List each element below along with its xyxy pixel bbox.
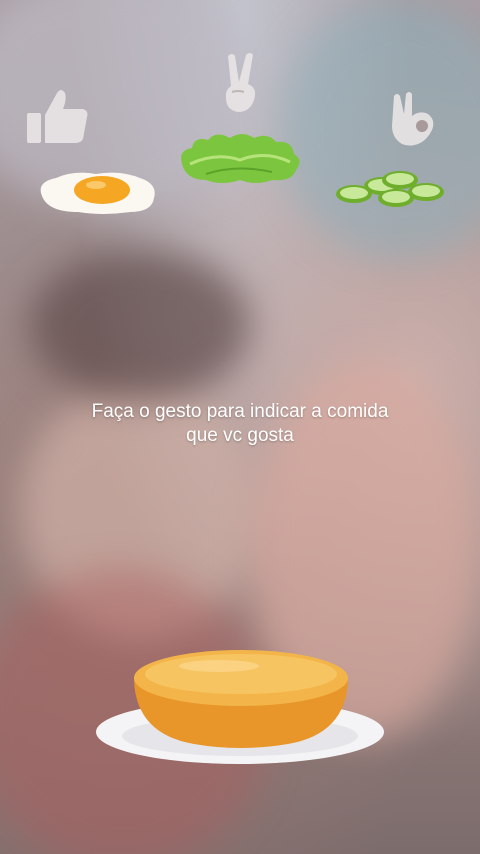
ok-hand-icon [388, 90, 440, 148]
camera-feed-background: Faça o gesto para indicar a comida que v… [0, 0, 480, 854]
fried-egg-icon [34, 170, 160, 216]
thumbs-up-icon [25, 85, 91, 145]
plate-svg [96, 650, 384, 764]
background-blur-wall [280, 0, 480, 260]
instruction-line-2: que vc gosta [186, 425, 294, 446]
background-blur-hair [30, 250, 250, 400]
lettuce-icon [176, 130, 304, 186]
plate-with-bun [94, 644, 386, 768]
cucumber-slices-icon [334, 170, 446, 210]
instruction-text: Faça o gesto para indicar a comida que v… [40, 400, 440, 448]
instruction-line-1: Faça o gesto para indicar a comida [91, 401, 389, 422]
peace-sign-icon [220, 52, 262, 114]
